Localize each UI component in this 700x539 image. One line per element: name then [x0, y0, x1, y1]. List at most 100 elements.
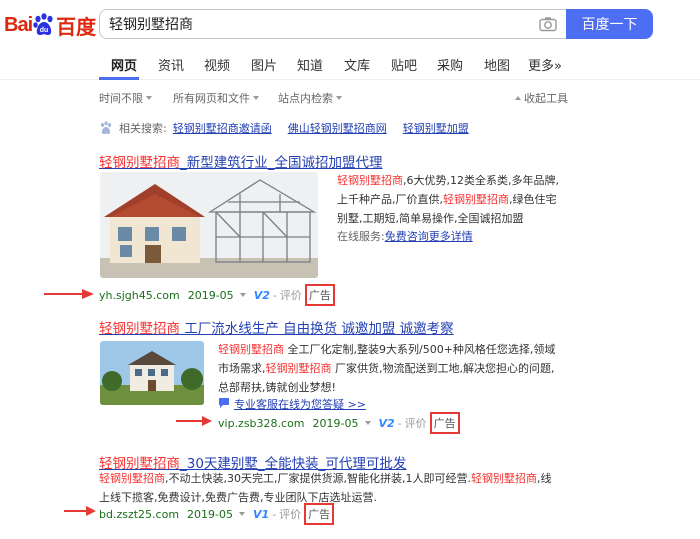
verified-badge-icon[interactable]: V2 [254, 289, 270, 302]
result-date: 2019-05 [187, 507, 234, 521]
chat-bubble-icon [218, 397, 230, 412]
chevron-down-icon [253, 96, 259, 100]
service-label: 在线服务: [337, 230, 385, 243]
service-link[interactable]: 免费咨询更多详情 [385, 230, 473, 243]
service-link[interactable]: 专业客服在线为您答疑 >> [234, 396, 366, 412]
result-url[interactable]: vip.zsb328.com [218, 417, 305, 430]
title-highlight: 轻钢别墅招商 [99, 155, 180, 171]
desc-text: 别墅,工期短,简单易操作,全国诚招加盟 [337, 212, 524, 225]
tab-wenku[interactable]: 文库 [344, 55, 370, 74]
related-searches: 相关搜索: 轻钢别墅招商邀请函 佛山轻钢别墅招商网 轻钢别墅加盟 [99, 119, 485, 137]
comment-link[interactable]: 评价 [280, 287, 302, 303]
desc-highlight: 轻钢别墅招商 [337, 174, 403, 187]
filter-time-label: 时间不限 [99, 92, 143, 105]
active-tab-indicator [99, 77, 139, 80]
tab-map[interactable]: 地图 [484, 55, 510, 74]
result-image-2[interactable] [100, 341, 204, 405]
desc-text: ,6大优势,12类全系类,多年品牌, [403, 174, 559, 187]
comment-link[interactable]: 评价 [279, 506, 301, 522]
logo-baidu-cn: 百度 [56, 16, 97, 39]
separator: - [272, 288, 277, 302]
desc-text: 总部帮扶,铸就创业梦想! [218, 381, 336, 394]
tab-news[interactable]: 资讯 [158, 55, 184, 74]
filter-site[interactable]: 站点内检索 [278, 90, 342, 106]
red-arrow-icon [44, 289, 94, 299]
desc-highlight: 轻钢别墅招商 [470, 472, 537, 485]
header: Bai du 百度 百度一下 [0, 0, 700, 48]
ad-label: 广告 [304, 284, 335, 306]
result-url[interactable]: yh.sjgh45.com [99, 289, 180, 302]
title-text: _新型建筑行业_全国诚招加盟代理 [180, 155, 383, 171]
camera-icon[interactable] [539, 16, 557, 32]
desc-line: 总部帮扶,铸就创业梦想! [218, 378, 578, 397]
result-url[interactable]: bd.zszt25.com [99, 508, 179, 521]
desc-highlight: 轻钢别墅招商 [218, 343, 284, 356]
tab-tieba[interactable]: 贴吧 [391, 55, 417, 74]
paw-icon [99, 121, 113, 135]
desc-text: 上千种产品,厂价直供, [337, 193, 443, 206]
separator: - [397, 416, 402, 430]
related-link-1[interactable]: 轻钢别墅招商邀请函 [173, 120, 272, 136]
red-arrow-icon [64, 506, 96, 516]
desc-line: 别墅,工期短,简单易操作,全国诚招加盟 [337, 209, 667, 228]
desc-text: ,线 [536, 472, 552, 485]
filter-file-type[interactable]: 所有网页和文件 [173, 90, 259, 106]
desc-line: 轻钢别墅招商,6大优势,12类全系类,多年品牌, [337, 171, 667, 190]
result-desc-3: 轻钢别墅招商,不动土快装,30天完工,厂家提供货源,智能化拼装,1人即可经营.轻… [99, 469, 594, 507]
desc-highlight: 轻钢别墅招商 [443, 193, 509, 206]
logo-bai: Bai [4, 13, 33, 36]
desc-line: 上千种产品,厂价直供,轻钢别墅招商,绿色住宅 [337, 190, 667, 209]
desc-text: ,绿色住宅 [509, 193, 557, 206]
chevron-down-icon[interactable] [239, 512, 246, 516]
verified-badge-icon[interactable]: V1 [253, 508, 269, 521]
result-meta-1: yh.sjgh45.com 2019-05 V2 - 评价 广告 [99, 284, 335, 306]
collapse-tools[interactable]: 收起工具 [515, 90, 568, 106]
search-box [99, 9, 566, 39]
baidu-logo[interactable]: Bai du 百度 [4, 10, 96, 40]
result-meta-2: vip.zsb328.com 2019-05 V2 - 评价 广告 [218, 412, 460, 434]
desc-line: 轻钢别墅招商,不动土快装,30天完工,厂家提供货源,智能化拼装,1人即可经营.轻… [99, 469, 594, 488]
tab-more[interactable]: 更多» [528, 55, 562, 74]
result-title-2[interactable]: 轻钢别墅招商 工厂流水线生产 自由换货 诚邀加盟 诚邀考察 [99, 317, 454, 337]
comment-link[interactable]: 评价 [405, 415, 427, 431]
desc-highlight: 轻钢别墅招商 [99, 472, 165, 485]
desc-line: 轻钢别墅招商 全工厂化定制,整装9大系列/500+种风格任您选择,领域 [218, 340, 578, 359]
vertical-tabs: 网页 资讯 视频 图片 知道 文库 贴吧 采购 地图 更多» [0, 48, 700, 80]
filter-type-label: 所有网页和文件 [173, 92, 250, 105]
filter-time[interactable]: 时间不限 [99, 90, 152, 106]
title-highlight: 轻钢别墅招商 [99, 321, 180, 337]
search-button[interactable]: 百度一下 [566, 9, 653, 39]
chevron-down-icon [146, 96, 152, 100]
red-arrow-icon [176, 416, 212, 426]
tab-zhidao[interactable]: 知道 [297, 55, 323, 74]
chevron-down-icon[interactable] [364, 421, 371, 425]
desc-highlight: 轻钢别墅招商 [265, 362, 332, 375]
desc-text: 市场需求, [218, 362, 266, 375]
tab-caigou[interactable]: 采购 [437, 55, 463, 74]
tab-video[interactable]: 视频 [204, 55, 230, 74]
collapse-tools-label: 收起工具 [524, 92, 568, 105]
title-text: 工厂流水线生产 自由换货 诚邀加盟 诚邀考察 [180, 321, 454, 337]
desc-text: ,不动土快装,30天完工,厂家提供货源,智能化拼装,1人即可经营. [165, 472, 471, 485]
result-meta-3: bd.zszt25.com 2019-05 V1 - 评价 广告 [99, 503, 335, 525]
svg-text:du: du [40, 27, 49, 34]
tab-web[interactable]: 网页 [111, 55, 137, 74]
ad-label: 广告 [429, 412, 460, 434]
desc-text: 全工厂化定制,整装9大系列/500+种风格任您选择,领域 [284, 343, 556, 356]
tab-image[interactable]: 图片 [251, 55, 277, 74]
related-link-2[interactable]: 佛山轻钢别墅招商网 [288, 120, 387, 136]
filter-site-label: 站点内检索 [278, 92, 333, 105]
result-title-1[interactable]: 轻钢别墅招商_新型建筑行业_全国诚招加盟代理 [99, 151, 383, 171]
related-link-3[interactable]: 轻钢别墅加盟 [403, 120, 469, 136]
result-image-1[interactable] [100, 172, 318, 278]
verified-badge-icon[interactable]: V2 [379, 417, 395, 430]
result-date: 2019-05 [312, 416, 359, 430]
result-date: 2019-05 [187, 288, 234, 302]
search-input[interactable] [100, 10, 520, 38]
service-line-1: 在线服务:免费咨询更多详情 [337, 228, 473, 244]
service-line-2: 专业客服在线为您答疑 >> [218, 396, 366, 412]
search-tools: 时间不限 所有网页和文件 站点内检索 收起工具 [0, 90, 700, 108]
chevron-down-icon[interactable] [239, 293, 246, 297]
chevron-down-icon [336, 96, 342, 100]
ad-label: 广告 [304, 503, 335, 525]
